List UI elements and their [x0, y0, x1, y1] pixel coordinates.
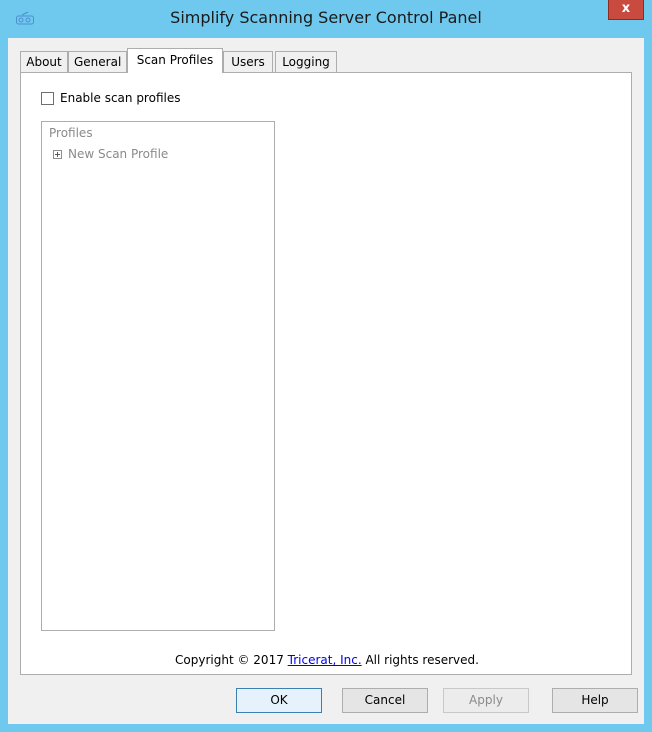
window-title: Simplify Scanning Server Control Panel	[170, 8, 482, 27]
tab-strip: About General Scan Profiles Users Loggin…	[20, 48, 640, 73]
profiles-group: Profiles New Scan Profile	[41, 121, 275, 631]
title-bar[interactable]: Simplify Scanning Server Control Panel x	[0, 0, 652, 38]
copyright-suffix: All rights reserved.	[361, 653, 479, 667]
tab-general[interactable]: General	[68, 51, 127, 72]
help-button[interactable]: Help	[552, 688, 638, 713]
control-panel-window: Simplify Scanning Server Control Panel x…	[0, 0, 652, 732]
copyright-prefix: Copyright © 2017	[175, 653, 288, 667]
close-icon: x	[621, 1, 631, 16]
tab-about[interactable]: About	[20, 51, 68, 72]
copyright-notice: Copyright © 2017 Tricerat, Inc. All righ…	[21, 653, 633, 667]
tree-item-label[interactable]: New Scan Profile	[68, 147, 168, 161]
profiles-group-title: Profiles	[49, 126, 93, 140]
close-button[interactable]: x	[608, 0, 644, 20]
tab-users[interactable]: Users	[223, 51, 273, 72]
expand-plus-icon[interactable]	[53, 150, 62, 159]
company-link[interactable]: Tricerat, Inc.	[288, 653, 362, 667]
tab-logging[interactable]: Logging	[275, 51, 337, 72]
apply-button[interactable]: Apply	[443, 688, 529, 713]
enable-scan-profiles-label[interactable]: Enable scan profiles	[60, 91, 180, 105]
dialog-buttons: OK Cancel Apply Help	[8, 688, 644, 716]
scan-profiles-panel: Enable scan profiles Profiles New Scan P…	[20, 72, 632, 675]
enable-scan-profiles-checkbox[interactable]	[41, 92, 54, 105]
tab-scan-profiles[interactable]: Scan Profiles	[127, 48, 223, 73]
cancel-button[interactable]: Cancel	[342, 688, 428, 713]
ok-button[interactable]: OK	[236, 688, 322, 713]
dialog-client-area: About General Scan Profiles Users Loggin…	[8, 38, 644, 724]
